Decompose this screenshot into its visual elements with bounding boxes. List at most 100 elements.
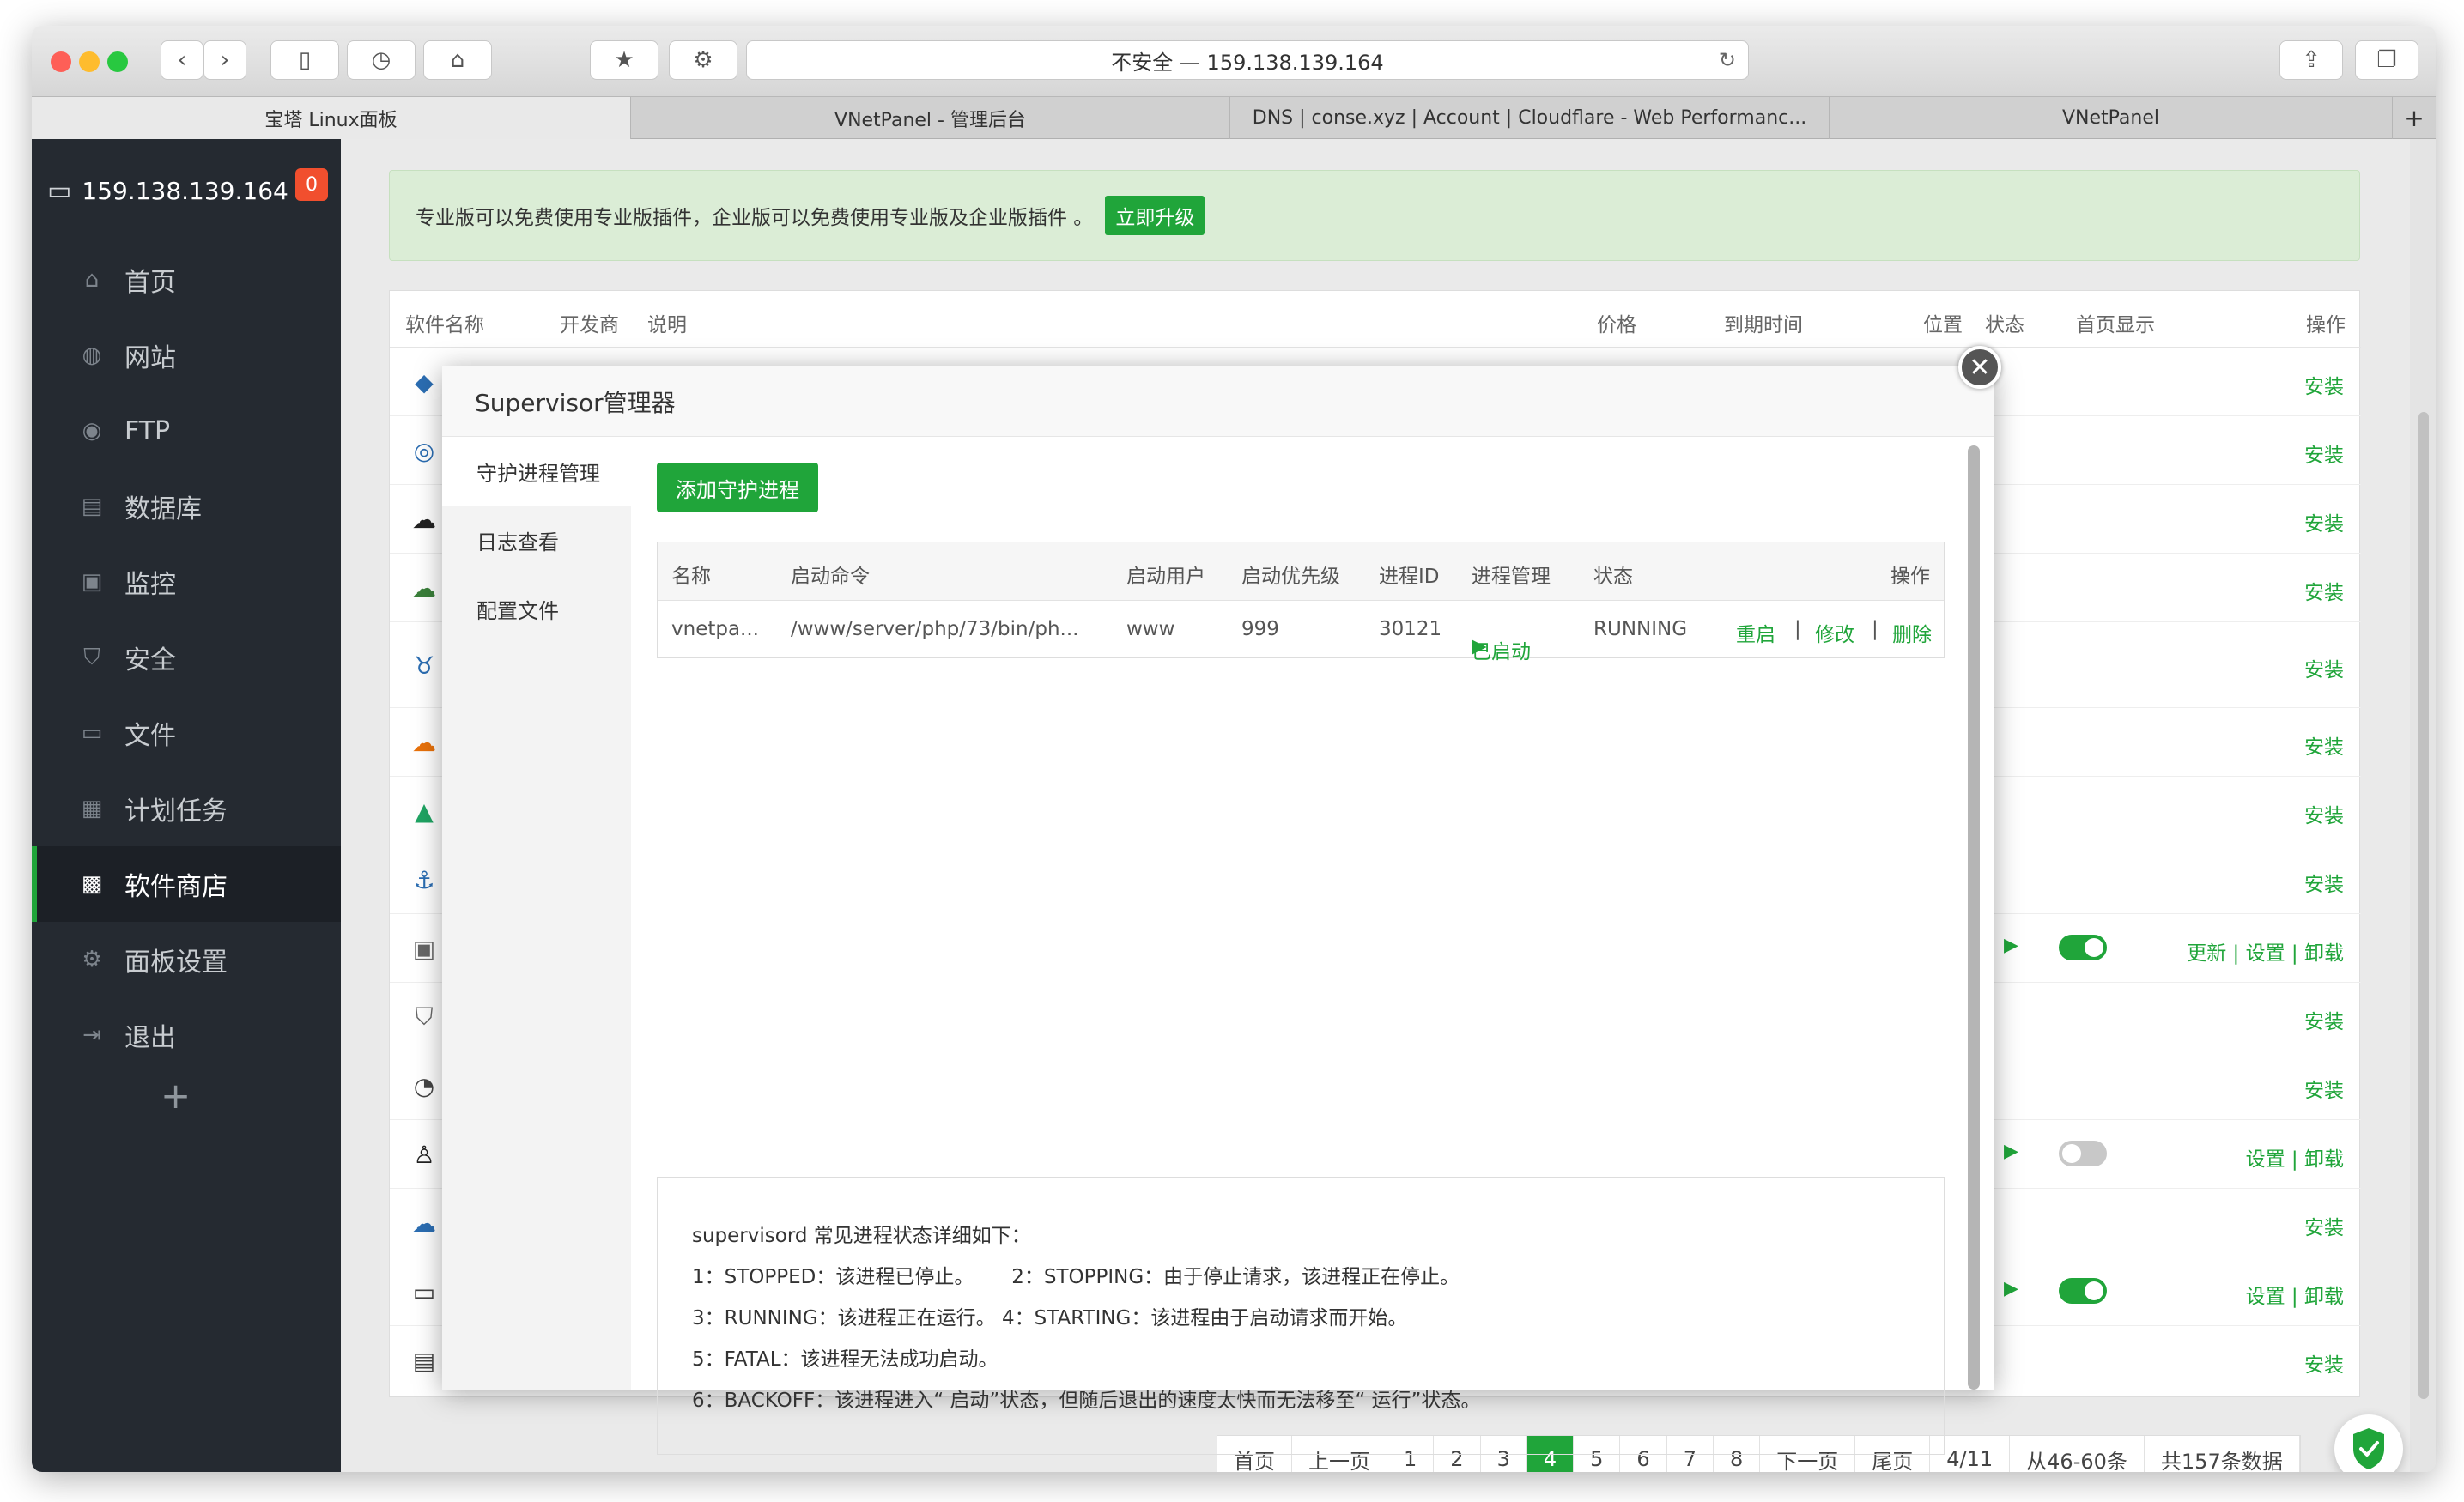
close-window-button[interactable] xyxy=(51,51,71,72)
process-command: /www/server/php/73/bin/ph... xyxy=(791,618,1079,640)
browser-tab-vnetpanel-admin[interactable]: VNetPanel - 管理后台 xyxy=(631,97,1230,139)
add-daemon-button[interactable]: 添加守护进程 xyxy=(657,463,818,512)
info-line: 3：RUNNING：该进程正在运行。 4：STARTING：该进程由于启动请求而… xyxy=(692,1307,1408,1329)
share-button[interactable]: ⇪ xyxy=(2279,40,2343,80)
play-icon: ▶ xyxy=(1472,635,1487,657)
user-icon: ◉ xyxy=(82,418,102,444)
security-shield-button[interactable] xyxy=(2334,1414,2403,1472)
shield-icon: ⛉ xyxy=(83,644,100,670)
info-line: 1：STOPPED：该进程已停止。 2：STOPPING：由于停止请求，该进程正… xyxy=(692,1266,1460,1288)
browser-tab-cloudflare[interactable]: DNS | conse.xyz | Account | Cloudflare -… xyxy=(1230,97,1830,139)
row-action[interactable]: 安装 xyxy=(2304,507,2344,536)
upgrade-button[interactable]: 立即升级 xyxy=(1105,196,1205,235)
history-button[interactable]: ◷ xyxy=(347,40,416,80)
extension-button[interactable]: ⚙ xyxy=(669,40,737,80)
modal-close-button[interactable]: ✕ xyxy=(1958,346,2001,389)
folder-icon: ▭ xyxy=(81,720,103,746)
zoom-window-button[interactable] xyxy=(107,51,128,72)
row-action[interactable]: 安装 xyxy=(2304,653,2344,682)
row-action[interactable]: 更新 | 设置 | 卸载 xyxy=(2187,936,2344,966)
row-action[interactable]: 安装 xyxy=(2304,1005,2344,1034)
row-action[interactable]: 设置 | 卸载 xyxy=(2246,1142,2344,1172)
sidebar-item-files[interactable]: ▭ 文件 xyxy=(32,695,341,771)
browser-tab-vnetpanel[interactable]: VNetPanel xyxy=(1830,97,2393,139)
modal-header: Supervisor管理器 xyxy=(442,366,1994,437)
tab-daemon-management[interactable]: 守护进程管理 xyxy=(442,437,631,506)
gauge-icon: ◔ xyxy=(413,1071,435,1100)
delete-link[interactable]: 删除 xyxy=(1892,618,1932,647)
status-info-box: supervisord 常见进程状态详细如下： 1：STOPPED：该进程已停止… xyxy=(657,1177,1945,1455)
sidebar-item-logout[interactable]: ⇥ 退出 xyxy=(32,997,341,1073)
row-action[interactable]: 安装 xyxy=(2304,799,2344,828)
row-action[interactable]: 安装 xyxy=(2304,730,2344,760)
edit-link[interactable]: 修改 xyxy=(1815,618,1854,647)
row-action[interactable]: 安装 xyxy=(2304,370,2344,399)
cloud-icon: ☁ xyxy=(412,1208,436,1238)
modal-sidebar: 守护进程管理 日志查看 配置文件 xyxy=(442,437,631,1390)
row-action[interactable]: 安装 xyxy=(2304,1348,2344,1378)
sidebar-item-home[interactable]: ⌂ 首页 xyxy=(32,242,341,318)
row-action[interactable]: 设置 | 卸载 xyxy=(2246,1280,2344,1309)
process-user: www xyxy=(1126,618,1175,640)
process-table-header: 名称 启动命令 启动用户 启动优先级 进程ID 进程管理 状态 操作 xyxy=(658,542,1944,601)
row-action[interactable]: 安装 xyxy=(2304,868,2344,897)
address-bar[interactable]: 不安全 — 159.138.139.164 ↻ xyxy=(746,40,1749,80)
page-content: ▭ 159.138.139.164 0 ⌂ 首页 ◍ 网站 ◉ FTP ▤ 数据库 ▣ 监… xyxy=(32,139,2436,1472)
monitor-icon: ▣ xyxy=(81,569,103,595)
star-icon: ★ xyxy=(614,47,634,73)
address-text: 不安全 — 159.138.139.164 xyxy=(1111,50,1384,75)
notification-badge[interactable]: 0 xyxy=(295,168,328,201)
page-scrollbar[interactable] xyxy=(2410,139,2436,1472)
col-developer: 开发商 xyxy=(560,314,619,336)
home-button[interactable]: ⌂ xyxy=(423,40,492,80)
sidebar-item-cron[interactable]: ▦ 计划任务 xyxy=(32,771,341,846)
col-name: 名称 xyxy=(671,566,711,588)
tab-overview-button[interactable]: ❐ xyxy=(2355,40,2418,80)
col-manage: 进程管理 xyxy=(1472,566,1551,588)
bookmark-extension-button[interactable]: ★ xyxy=(590,40,658,80)
sidebar-item-website[interactable]: ◍ 网站 xyxy=(32,318,341,393)
new-tab-button[interactable]: + xyxy=(2393,97,2436,139)
sidebar-item-database[interactable]: ▤ 数据库 xyxy=(32,469,341,544)
homepage-toggle[interactable] xyxy=(2059,1278,2107,1304)
restart-link[interactable]: 重启 xyxy=(1736,618,1775,647)
play-icon[interactable]: ▶ xyxy=(2004,935,2018,956)
modal-title: Supervisor管理器 xyxy=(475,388,676,417)
page-scroll-thumb[interactable] xyxy=(2418,412,2429,1399)
row-action[interactable]: 安装 xyxy=(2304,439,2344,468)
play-icon[interactable]: ▶ xyxy=(2004,1278,2018,1299)
row-action[interactable]: 安装 xyxy=(2304,576,2344,605)
tab-config-file[interactable]: 配置文件 xyxy=(442,574,631,643)
col-actions: 操作 xyxy=(1890,566,1930,588)
reload-icon[interactable]: ↻ xyxy=(1719,48,1736,72)
add-shortcut-button[interactable]: + xyxy=(161,1075,191,1117)
linux-icon: ♙ xyxy=(413,1140,435,1169)
col-pid: 进程ID xyxy=(1379,566,1440,588)
process-table: 名称 启动命令 启动用户 启动优先级 进程ID 进程管理 状态 操作 vnetp… xyxy=(657,542,1945,663)
table-header: 软件名称 开发商 说明 价格 到期时间 位置 状态 首页显示 操作 xyxy=(390,291,2361,348)
row-action[interactable]: 安装 xyxy=(2304,1074,2344,1103)
sidebar-item-software-store[interactable]: ▩ 软件商店 xyxy=(32,846,341,922)
monitor-icon: ▭ xyxy=(47,175,72,206)
sidebar-item-security[interactable]: ⛉ 安全 xyxy=(32,620,341,695)
sidebar-toggle-button[interactable]: ▯ xyxy=(270,40,339,80)
sidebar-item-panel-settings[interactable]: ⚙ 面板设置 xyxy=(32,922,341,997)
browser-tab-baota[interactable]: 宝塔 Linux面板 xyxy=(32,97,631,139)
sidebar-item-monitor[interactable]: ▣ 监控 xyxy=(32,544,341,620)
minimize-window-button[interactable] xyxy=(79,51,100,72)
tab-log-view[interactable]: 日志查看 xyxy=(442,506,631,574)
sidebar-item-ftp[interactable]: ◉ FTP xyxy=(32,393,341,469)
process-name: vnetpa... xyxy=(671,618,759,640)
forward-button[interactable]: › xyxy=(203,40,246,80)
back-button[interactable]: ‹ xyxy=(161,40,203,80)
swirl-icon: ◎ xyxy=(413,436,435,465)
modal-scrollbar[interactable] xyxy=(1968,445,1980,1390)
homepage-toggle[interactable] xyxy=(2059,935,2107,960)
col-expiry: 到期时间 xyxy=(1724,314,1803,336)
col-status: 状态 xyxy=(1593,566,1633,588)
process-priority: 999 xyxy=(1241,618,1279,640)
play-icon[interactable]: ▶ xyxy=(2004,1141,2018,1162)
bull-icon: ♉ xyxy=(413,651,435,680)
homepage-toggle[interactable] xyxy=(2059,1141,2107,1166)
row-action[interactable]: 安装 xyxy=(2304,1211,2344,1240)
